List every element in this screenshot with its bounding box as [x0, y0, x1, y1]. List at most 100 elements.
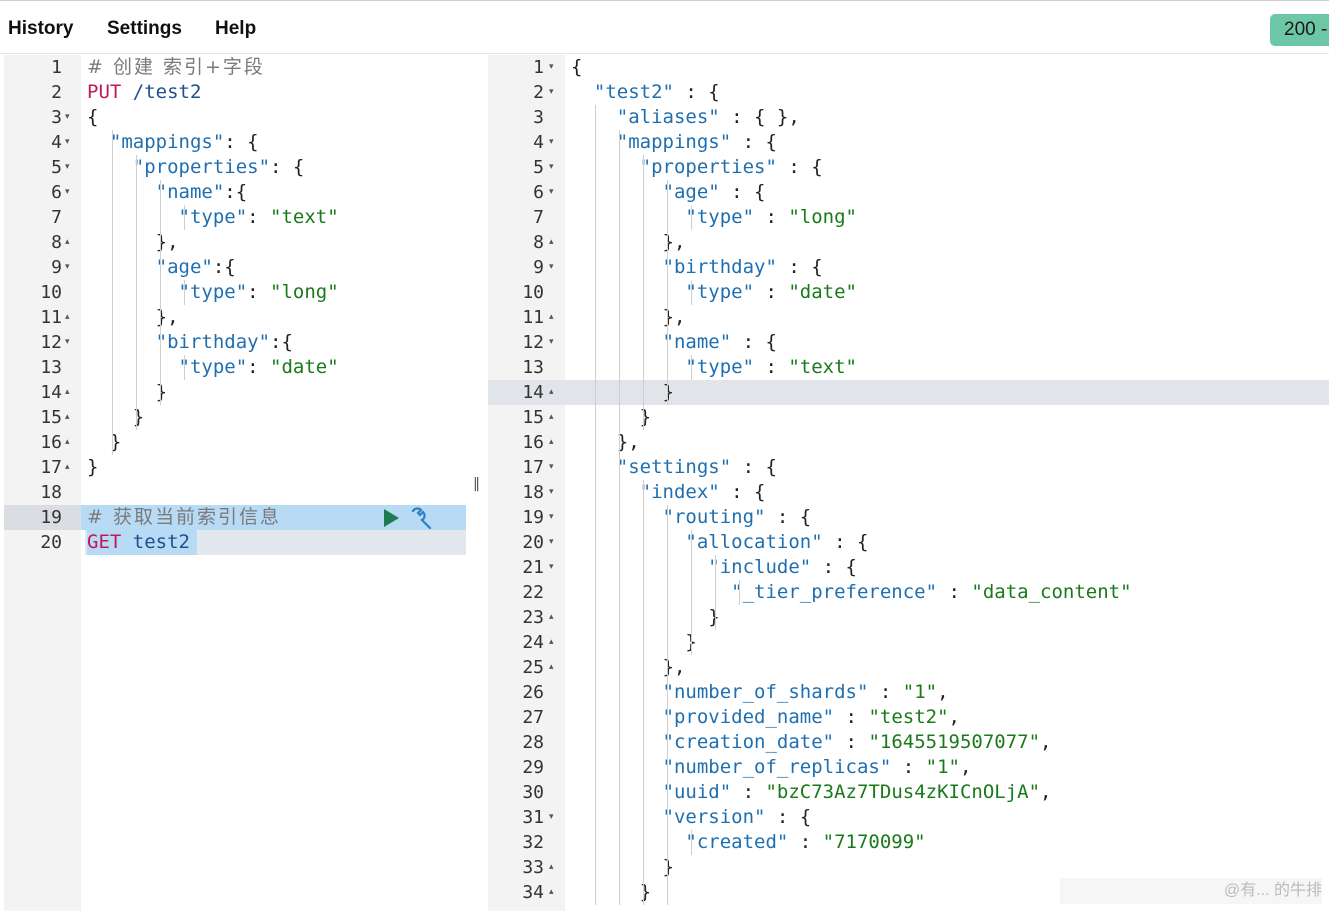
code-text: "created" : "7170099" — [571, 830, 925, 855]
fold-arrow-icon[interactable]: ▾ — [65, 130, 70, 155]
unfold-arrow-icon[interactable]: ▴ — [549, 405, 554, 430]
fold-arrow-icon[interactable]: ▾ — [65, 180, 70, 205]
code-text: "age":{ — [87, 255, 236, 280]
unfold-arrow-icon[interactable]: ▴ — [549, 880, 554, 905]
code-token: }, — [87, 231, 179, 253]
fold-arrow-icon[interactable]: ▾ — [549, 255, 554, 280]
fold-arrow-icon[interactable]: ▾ — [549, 480, 554, 505]
wrench-icon[interactable] — [409, 506, 439, 530]
line-number: 8 — [51, 232, 62, 253]
fold-arrow-icon[interactable]: ▾ — [65, 255, 70, 280]
line-number: 18 — [40, 482, 62, 503]
request-line: 4 ▾ "mappings": { — [4, 130, 466, 155]
response-line: 6 ▾ "age" : { — [488, 180, 1329, 205]
code-token: } — [87, 431, 122, 453]
unfold-arrow-icon[interactable]: ▴ — [549, 380, 554, 405]
code-token: } — [87, 456, 99, 478]
menu-history[interactable]: History — [8, 18, 73, 40]
menu-settings[interactable]: Settings — [107, 18, 182, 40]
code-token: "data_content" — [971, 581, 1132, 603]
unfold-arrow-icon[interactable]: ▴ — [549, 305, 554, 330]
code-text: # 创建 索引+字段 — [87, 55, 265, 80]
request-line: 1 # 创建 索引+字段 — [4, 55, 466, 80]
line-number: 20 — [522, 532, 544, 553]
unfold-arrow-icon[interactable]: ▴ — [549, 430, 554, 455]
fold-arrow-icon[interactable]: ▾ — [549, 455, 554, 480]
unfold-arrow-icon[interactable]: ▴ — [65, 230, 70, 255]
fold-arrow-icon[interactable]: ▾ — [549, 80, 554, 105]
unfold-arrow-icon[interactable]: ▴ — [549, 855, 554, 880]
code-token: "long" — [270, 281, 339, 303]
code-token: }, — [571, 656, 686, 678]
code-token: "index" — [639, 481, 720, 503]
code-token: "aliases" — [616, 106, 720, 128]
unfold-arrow-icon[interactable]: ▴ — [65, 455, 70, 480]
code-text: }, — [571, 655, 686, 680]
response-line: 23 ▴ } — [488, 605, 1329, 630]
fold-arrow-icon[interactable]: ▾ — [549, 505, 554, 530]
code-token: "date" — [270, 356, 339, 378]
unfold-arrow-icon[interactable]: ▴ — [65, 405, 70, 430]
fold-arrow-icon[interactable]: ▾ — [549, 180, 554, 205]
pane-splitter-handle[interactable]: ‖ — [473, 476, 481, 494]
fold-arrow-icon[interactable]: ▾ — [549, 555, 554, 580]
code-token: , — [937, 681, 949, 703]
line-number: 20 — [40, 532, 62, 553]
code-token: "type" — [178, 206, 248, 228]
response-line: 28 "creation_date" : "1645519507077", — [488, 730, 1329, 755]
line-number: 16 — [40, 432, 62, 453]
code-text: } — [87, 430, 121, 455]
code-token: : — [754, 281, 789, 303]
indent-guide — [112, 130, 113, 455]
unfold-arrow-icon[interactable]: ▴ — [65, 430, 70, 455]
code-token: : — [868, 681, 903, 703]
fold-arrow-icon[interactable]: ▾ — [65, 105, 70, 130]
unfold-arrow-icon[interactable]: ▴ — [549, 655, 554, 680]
line-number: 24 — [522, 632, 544, 653]
line-number: 10 — [522, 282, 544, 303]
indent-guide — [691, 205, 692, 230]
code-token: : — [891, 756, 926, 778]
code-token: "settings" — [616, 456, 732, 478]
unfold-arrow-icon[interactable]: ▴ — [65, 380, 70, 405]
request-editor[interactable]: 1 # 创建 索引+字段 2 PUT /test2 3 ▾{4 ▾ "mappings": … — [4, 55, 466, 911]
response-line: 15 ▴ } — [488, 405, 1329, 430]
unfold-arrow-icon[interactable]: ▴ — [549, 230, 554, 255]
fold-arrow-icon[interactable]: ▾ — [549, 805, 554, 830]
code-text: "aliases" : { }, — [571, 105, 800, 130]
fold-arrow-icon[interactable]: ▾ — [549, 55, 554, 80]
indent-guide — [184, 355, 185, 380]
line-number: 19 — [522, 507, 544, 528]
fold-arrow-icon[interactable]: ▾ — [549, 155, 554, 180]
response-line: 26 "number_of_shards" : "1", — [488, 680, 1329, 705]
fold-arrow-icon[interactable]: ▾ — [65, 155, 70, 180]
unfold-arrow-icon[interactable]: ▴ — [549, 605, 554, 630]
line-number: 34 — [522, 882, 544, 903]
fold-arrow-icon[interactable]: ▾ — [549, 330, 554, 355]
response-line: 25 ▴ }, — [488, 655, 1329, 680]
code-token: : { — [776, 156, 823, 178]
fold-arrow-icon[interactable]: ▾ — [549, 530, 554, 555]
line-number: 6 — [533, 182, 544, 203]
unfold-arrow-icon[interactable]: ▴ — [65, 305, 70, 330]
code-text: } — [87, 380, 167, 405]
menu-help[interactable]: Help — [215, 18, 256, 40]
code-token: : — [754, 356, 789, 378]
play-icon[interactable] — [384, 509, 399, 527]
code-token: : { — [731, 456, 777, 478]
indent-guide — [643, 480, 644, 905]
indent-guide — [184, 280, 185, 305]
line-number: 23 — [522, 607, 544, 628]
unfold-arrow-icon[interactable]: ▴ — [549, 630, 554, 655]
request-line: 12 ▾ "birthday":{ — [4, 330, 466, 355]
fold-arrow-icon[interactable]: ▾ — [65, 330, 70, 355]
code-text: GET test2 — [87, 530, 190, 555]
fold-arrow-icon[interactable]: ▾ — [549, 130, 554, 155]
